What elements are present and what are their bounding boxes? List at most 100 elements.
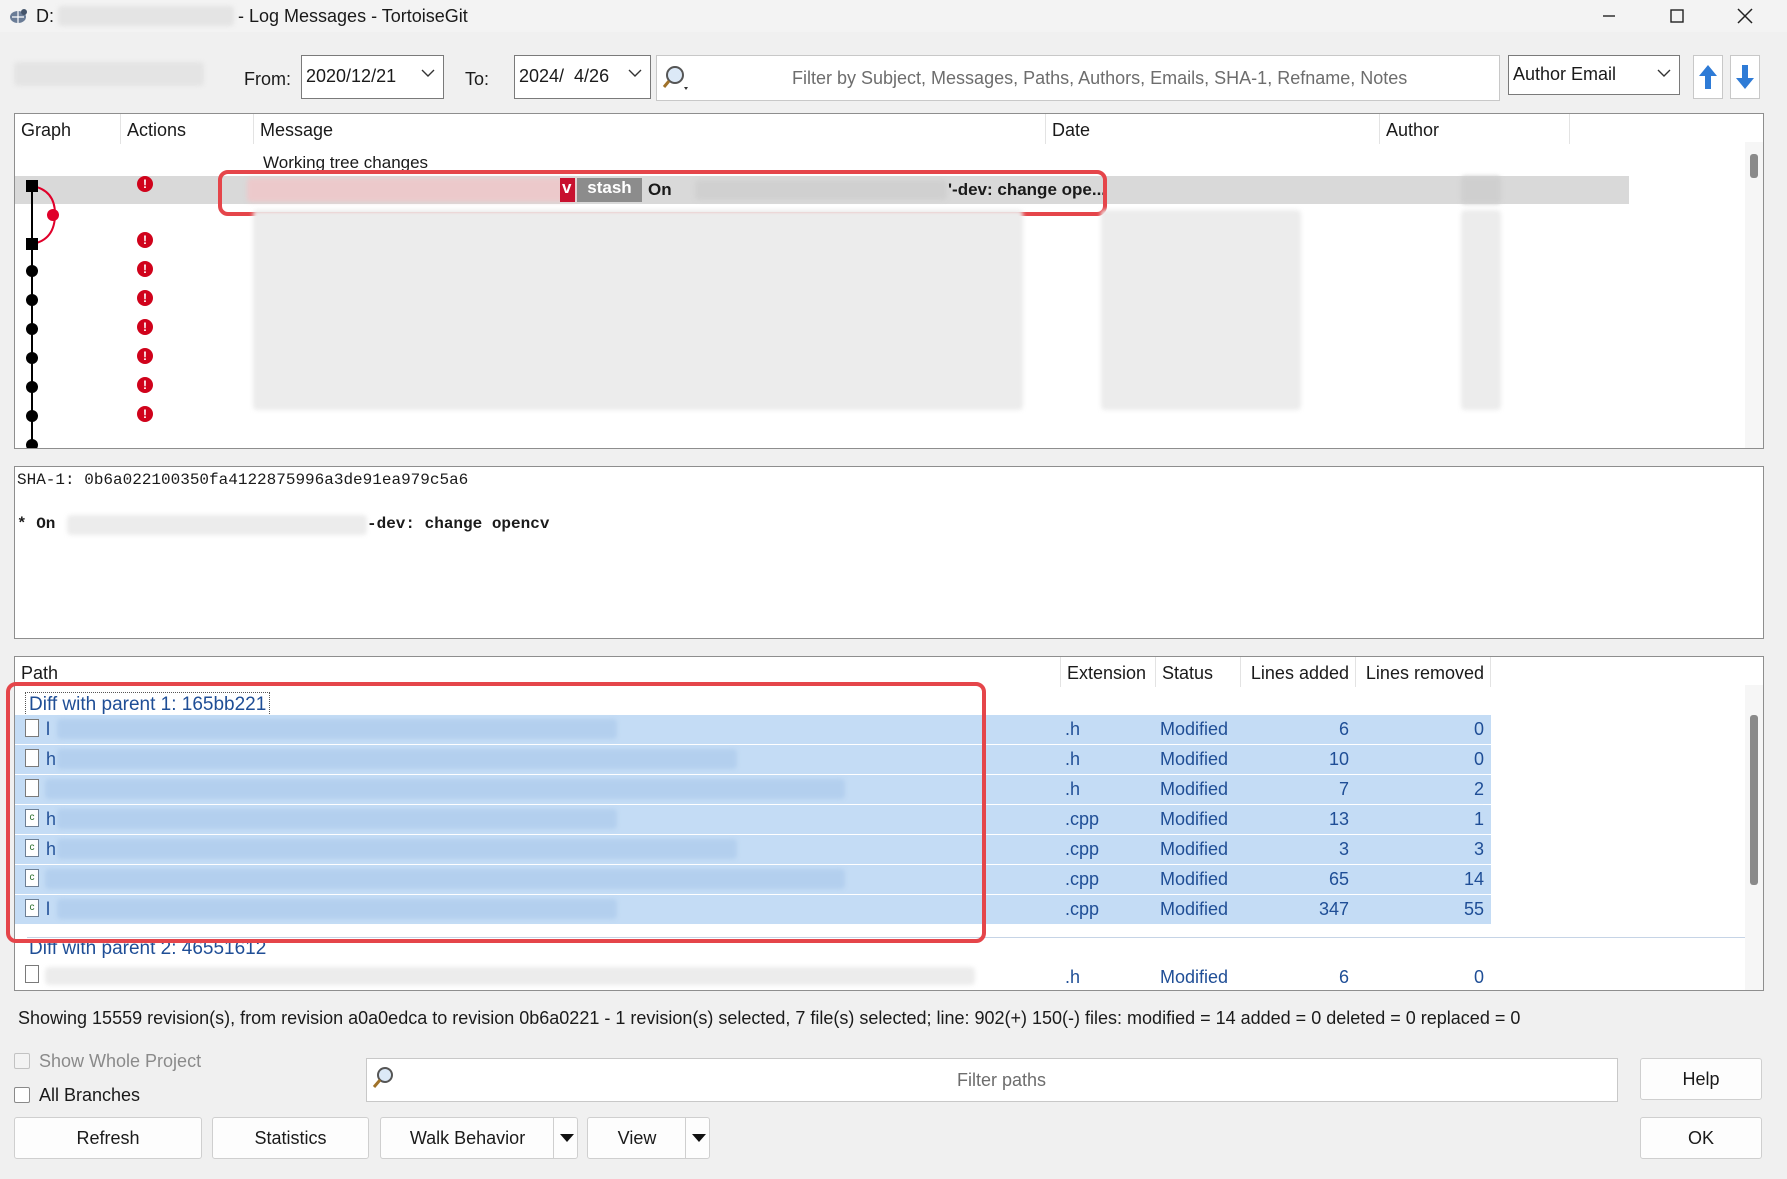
group2-row-status: Modified	[1160, 967, 1229, 987]
column-header-actions[interactable]: Actions	[121, 114, 254, 144]
group2-row-added: 6	[1338, 967, 1349, 987]
file-added: 13	[1328, 809, 1349, 829]
previous-button[interactable]	[1693, 55, 1723, 99]
next-button[interactable]	[1730, 55, 1760, 99]
minimize-button[interactable]	[1580, 0, 1638, 32]
commit-message-suffix: -dev: change opencv	[367, 515, 550, 533]
file-status: Modified	[1160, 809, 1229, 829]
all-branches-label: All Branches	[39, 1085, 141, 1105]
file-ext: .cpp	[1065, 809, 1100, 829]
files-scrollbar-thumb[interactable]	[1750, 715, 1758, 885]
log-filter-placeholder: Filter by Subject, Messages, Paths, Auth…	[792, 68, 1408, 88]
file-status: Modified	[1160, 869, 1229, 889]
ok-button[interactable]: OK	[1640, 1117, 1762, 1159]
dropdown-arrow-icon[interactable]	[559, 1133, 575, 1143]
file-ext: .h	[1065, 749, 1081, 769]
svg-text:!: !	[143, 291, 147, 305]
column-header-date[interactable]: Date	[1046, 114, 1380, 144]
file-status: Modified	[1160, 899, 1229, 919]
file-ext: .h	[1065, 779, 1081, 799]
graph-node-square	[26, 238, 38, 250]
search-filter-icon[interactable]	[662, 63, 692, 93]
show-whole-project-label: Show Whole Project	[39, 1051, 202, 1071]
column-header-status[interactable]: Status	[1156, 657, 1241, 687]
file-removed: 14	[1463, 869, 1484, 889]
group2-row-extension: .h	[1065, 967, 1081, 987]
graph-node-red	[47, 209, 59, 221]
svg-text:!: !	[143, 378, 147, 392]
redacted-commit-message	[67, 515, 367, 535]
view-button[interactable]: View	[587, 1117, 710, 1159]
file-removed: 55	[1463, 899, 1484, 919]
show-whole-project-checkbox[interactable]	[14, 1053, 30, 1069]
graph-node-square	[26, 180, 38, 192]
refresh-button[interactable]: Refresh	[14, 1117, 202, 1159]
filter-paths-input[interactable]: Filter paths	[366, 1058, 1618, 1102]
help-button[interactable]: Help	[1640, 1058, 1762, 1100]
commit-sha: SHA-1: 0b6a022100350fa4122875996a3de91ea…	[17, 471, 469, 489]
column-header-message[interactable]: Message	[254, 114, 1046, 144]
log-list[interactable]: Graph Actions Message Date Author Workin…	[14, 113, 1764, 449]
to-date-value: 2024/ 4/26	[519, 66, 610, 86]
walk-behavior-label: Walk Behavior	[409, 1127, 526, 1148]
arrow-down-icon	[1736, 65, 1754, 89]
statistics-button[interactable]: Statistics	[212, 1117, 369, 1159]
modified-actions-icons: !!! !!! !!	[137, 176, 153, 422]
log-filter-input[interactable]: Filter by Subject, Messages, Paths, Auth…	[656, 55, 1500, 101]
svg-text:!: !	[143, 177, 147, 191]
column-header-extension[interactable]: Extension	[1061, 657, 1156, 687]
svg-text:!: !	[143, 233, 147, 247]
svg-text:!: !	[143, 320, 147, 334]
commit-details[interactable]: SHA-1: 0b6a022100350fa4122875996a3de91ea…	[14, 466, 1764, 639]
split-divider	[685, 1118, 686, 1158]
maximize-icon	[1670, 9, 1684, 23]
file-ext: .cpp	[1065, 899, 1100, 919]
file-status: Modified	[1160, 839, 1229, 859]
commit-message-prefix: * On	[17, 515, 56, 533]
dropdown-arrow-icon[interactable]	[691, 1133, 707, 1143]
commit-graph	[26, 180, 59, 448]
svg-text:!: !	[143, 262, 147, 276]
column-header-lines-added[interactable]: Lines added	[1241, 657, 1356, 687]
tortoisegit-logo-icon	[10, 9, 27, 23]
redacted-messages	[253, 210, 1023, 410]
close-button[interactable]	[1716, 0, 1774, 32]
column-header-lines-removed[interactable]: Lines removed	[1356, 657, 1491, 687]
status-text: Showing 15559 revision(s), from revision…	[18, 1008, 1521, 1028]
file-added: 7	[1338, 779, 1349, 799]
redacted-branch-link[interactable]	[14, 62, 204, 86]
file-added: 347	[1318, 899, 1349, 919]
view-label: View	[617, 1127, 657, 1148]
column-header-graph[interactable]: Graph	[15, 114, 121, 144]
filter-field-select[interactable]: Author Email	[1508, 55, 1680, 95]
redacted-path	[58, 6, 234, 26]
filter-paths-placeholder: Filter paths	[957, 1070, 1047, 1090]
file-status: Modified	[1160, 719, 1229, 739]
file-status: Modified	[1160, 749, 1229, 769]
redacted-author-selected	[1461, 176, 1501, 204]
window-title-prefix: D:	[36, 6, 54, 26]
to-date-picker[interactable]: 2024/ 4/26	[514, 55, 651, 99]
chevron-down-icon	[1657, 69, 1671, 77]
from-date-picker[interactable]: 2020/12/21	[301, 55, 444, 99]
maximize-button[interactable]	[1648, 0, 1706, 32]
arrow-up-icon	[1699, 65, 1717, 89]
log-scrollbar-thumb[interactable]	[1750, 154, 1758, 178]
to-label: To:	[465, 69, 490, 89]
file-ext: .h	[1065, 719, 1081, 739]
files-scrollbar[interactable]	[1745, 685, 1763, 990]
file-ext: .cpp	[1065, 869, 1100, 889]
group2-row-removed: 0	[1473, 967, 1484, 987]
column-header-author[interactable]: Author	[1380, 114, 1570, 144]
file-added: 65	[1328, 869, 1349, 889]
svg-text:!: !	[143, 349, 147, 363]
file-icon	[25, 965, 39, 983]
walk-behavior-button[interactable]: Walk Behavior	[380, 1117, 578, 1159]
log-scrollbar[interactable]	[1745, 142, 1763, 448]
filter-field-value: Author Email	[1513, 64, 1617, 84]
all-branches-checkbox[interactable]	[14, 1087, 30, 1103]
file-added: 10	[1328, 749, 1349, 769]
chevron-down-icon	[628, 69, 642, 77]
split-divider	[553, 1118, 554, 1158]
minimize-icon	[1603, 15, 1615, 17]
